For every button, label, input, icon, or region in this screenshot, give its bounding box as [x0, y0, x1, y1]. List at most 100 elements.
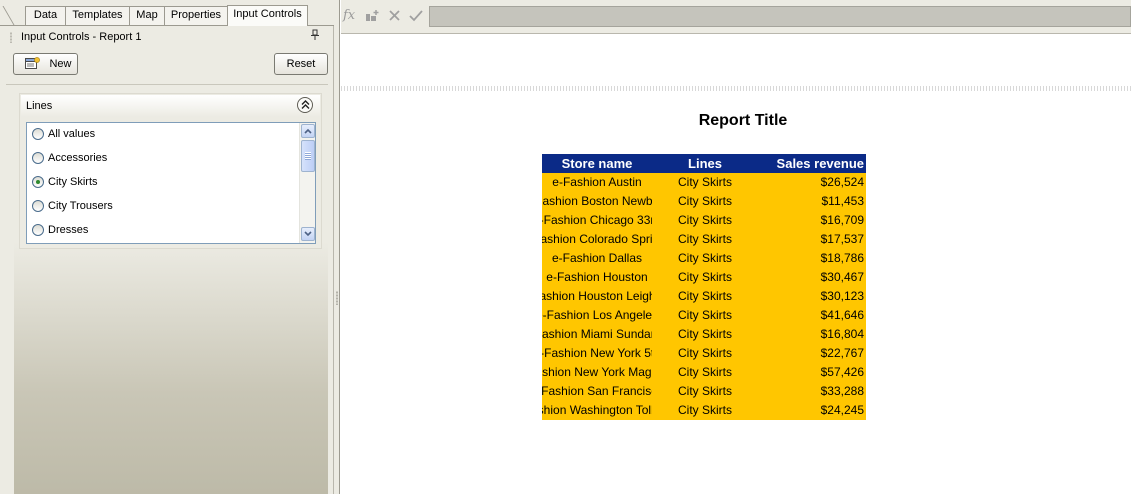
panel-separator — [6, 84, 328, 85]
cell-sales-revenue[interactable]: $17,537 — [758, 230, 864, 249]
tab-input-controls[interactable]: Input Controls — [227, 5, 308, 26]
radio-button[interactable] — [32, 224, 44, 236]
cell-lines[interactable]: City Skirts — [655, 401, 755, 420]
new-control-icon — [25, 57, 40, 70]
cell-lines[interactable]: City Skirts — [655, 363, 755, 382]
table-row[interactable]: e-Fashion Miami SundanceCity Skirts$16,8… — [542, 325, 866, 344]
validate-formula-icon[interactable] — [408, 8, 424, 24]
lines-radio-list[interactable]: All values Accessories City Skirts City … — [26, 122, 316, 244]
reset-button[interactable]: Reset — [274, 53, 328, 75]
cell-sales-revenue[interactable]: $24,245 — [758, 401, 864, 420]
cell-sales-revenue[interactable]: $33,288 — [758, 382, 864, 401]
report-title[interactable]: Report Title — [648, 112, 838, 130]
cell-sales-revenue[interactable]: $18,786 — [758, 249, 864, 268]
column-header-store-name[interactable]: Store name — [542, 155, 652, 172]
cell-store-name[interactable]: e-Fashion Houston Leighton — [542, 287, 652, 306]
cell-sales-revenue[interactable]: $41,646 — [758, 306, 864, 325]
tab-templates[interactable]: Templates — [65, 6, 130, 25]
report-table[interactable]: Store name Lines Sales revenue e-Fashion… — [542, 154, 866, 420]
cell-store-name[interactable]: e-Fashion Washington Tolbooth — [542, 401, 652, 420]
splitter-grip-icon[interactable] — [336, 291, 338, 305]
table-row[interactable]: e-Fashion Boston NewburyCity Skirts$11,4… — [542, 192, 866, 211]
radio-button[interactable] — [32, 152, 44, 164]
cell-lines[interactable]: City Skirts — [655, 211, 755, 230]
panel-splitter[interactable] — [334, 0, 340, 494]
cell-store-name[interactable]: e-Fashion Miami Sundance — [542, 325, 652, 344]
cell-lines[interactable]: City Skirts — [655, 268, 755, 287]
table-row[interactable]: e-Fashion Dallas City Skirts $18,786 — [542, 249, 866, 268]
cell-lines[interactable]: City Skirts — [655, 230, 755, 249]
cell-lines[interactable]: City Skirts — [655, 287, 755, 306]
cell-lines[interactable]: City Skirts — [655, 325, 755, 344]
input-control-header[interactable]: Lines — [21, 95, 320, 117]
cell-store-name[interactable]: e-Fashion Chicago 33rd — [542, 211, 652, 230]
column-header-lines[interactable]: Lines — [655, 155, 755, 172]
pin-icon[interactable] — [308, 29, 322, 45]
cell-store-name[interactable]: e-Fashion Austin — [542, 173, 652, 192]
list-scrollbar[interactable] — [299, 123, 315, 243]
cell-store-name-text: e-Fashion Colorado Springs — [542, 232, 652, 246]
formula-input[interactable] — [429, 6, 1131, 27]
cell-store-name[interactable]: e-Fashion Houston — [542, 268, 652, 287]
table-row[interactable]: e-Fashion Houston City Skirts $30,467 — [542, 268, 866, 287]
input-control-lines: Lines All values Accessories City Skirts — [19, 93, 322, 249]
table-row[interactable]: e-Fashion Austin City Skirts $26,524 — [542, 173, 866, 192]
table-row[interactable]: e-Fashion Colorado SpringsCity Skirts$17… — [542, 230, 866, 249]
cell-store-name[interactable]: e-Fashion New York 5th — [542, 344, 652, 363]
cell-sales-revenue[interactable]: $22,767 — [758, 344, 864, 363]
cancel-formula-icon[interactable] — [387, 8, 403, 24]
collapse-icon[interactable] — [297, 97, 313, 113]
table-row[interactable]: e-Fashion Chicago 33rdCity Skirts$16,709 — [542, 211, 866, 230]
radio-button[interactable] — [32, 200, 44, 212]
cell-store-name-text: e-Fashion Houston Leighton — [542, 289, 652, 303]
cell-store-name[interactable]: e-Fashion San Francisco — [542, 382, 652, 401]
cell-sales-revenue[interactable]: $30,123 — [758, 287, 864, 306]
table-row[interactable]: e-Fashion Houston LeightonCity Skirts$30… — [542, 287, 866, 306]
table-row[interactable]: e-Fashion San FranciscoCity Skirts$33,28… — [542, 382, 866, 401]
cell-store-name[interactable]: e-Fashion Los Angeles — [542, 306, 652, 325]
cell-store-name-text: e-Fashion New York 5th — [542, 346, 652, 360]
radio-option-city-trousers[interactable]: City Trousers — [32, 197, 294, 215]
radio-option-city-skirts[interactable]: City Skirts — [32, 173, 294, 191]
column-header-sales-revenue[interactable]: Sales revenue — [758, 155, 864, 172]
cell-store-name[interactable]: e-Fashion Dallas — [542, 249, 652, 268]
tab-data[interactable]: Data — [25, 6, 66, 25]
cell-lines[interactable]: City Skirts — [655, 344, 755, 363]
table-row[interactable]: e-Fashion New York MagnoliaCity Skirts$5… — [542, 363, 866, 382]
radio-button-selected[interactable] — [32, 176, 44, 188]
cell-lines[interactable]: City Skirts — [655, 249, 755, 268]
scroll-up-button[interactable] — [301, 124, 315, 138]
cell-store-name[interactable]: e-Fashion Boston Newbury — [542, 192, 652, 211]
cell-store-name-text: e-Fashion San Francisco — [542, 384, 652, 398]
radio-option-dresses[interactable]: Dresses — [32, 221, 294, 239]
cell-sales-revenue[interactable]: $30,467 — [758, 268, 864, 287]
grip-icon[interactable] — [10, 32, 12, 43]
cell-store-name[interactable]: e-Fashion New York Magnolia — [542, 363, 652, 382]
radio-option-all-values[interactable]: All values — [32, 125, 294, 143]
scroll-thumb[interactable] — [301, 140, 315, 172]
cell-store-name[interactable]: e-Fashion Colorado Springs — [542, 230, 652, 249]
panel-title: Input Controls - Report 1 — [21, 31, 142, 43]
cell-sales-revenue[interactable]: $16,804 — [758, 325, 864, 344]
cell-sales-revenue[interactable]: $57,426 — [758, 363, 864, 382]
cell-lines[interactable]: City Skirts — [655, 382, 755, 401]
radio-option-accessories[interactable]: Accessories — [32, 149, 294, 167]
cell-lines[interactable]: City Skirts — [655, 173, 755, 192]
new-button[interactable]: New — [13, 53, 78, 75]
page-boundary — [341, 86, 1131, 91]
table-row[interactable]: e-Fashion Washington TolboothCity Skirts… — [542, 401, 866, 420]
cell-lines[interactable]: City Skirts — [655, 306, 755, 325]
radio-button[interactable] — [32, 128, 44, 140]
cell-sales-revenue[interactable]: $16,709 — [758, 211, 864, 230]
cell-lines[interactable]: City Skirts — [655, 192, 755, 211]
variable-editor-icon[interactable] — [365, 8, 381, 24]
tab-map[interactable]: Map — [129, 6, 165, 25]
formula-fx-icon[interactable]: fx — [343, 8, 355, 23]
cell-sales-revenue[interactable]: $26,524 — [758, 173, 864, 192]
cell-store-name-text: e-Fashion Los Angeles — [542, 308, 652, 322]
cell-sales-revenue[interactable]: $11,453 — [758, 192, 865, 211]
table-row[interactable]: e-Fashion New York 5thCity Skirts$22,767 — [542, 344, 866, 363]
table-row[interactable]: e-Fashion Los Angeles City Skirts $41,646 — [542, 306, 866, 325]
tab-properties[interactable]: Properties — [164, 6, 228, 25]
scroll-down-button[interactable] — [301, 227, 315, 241]
